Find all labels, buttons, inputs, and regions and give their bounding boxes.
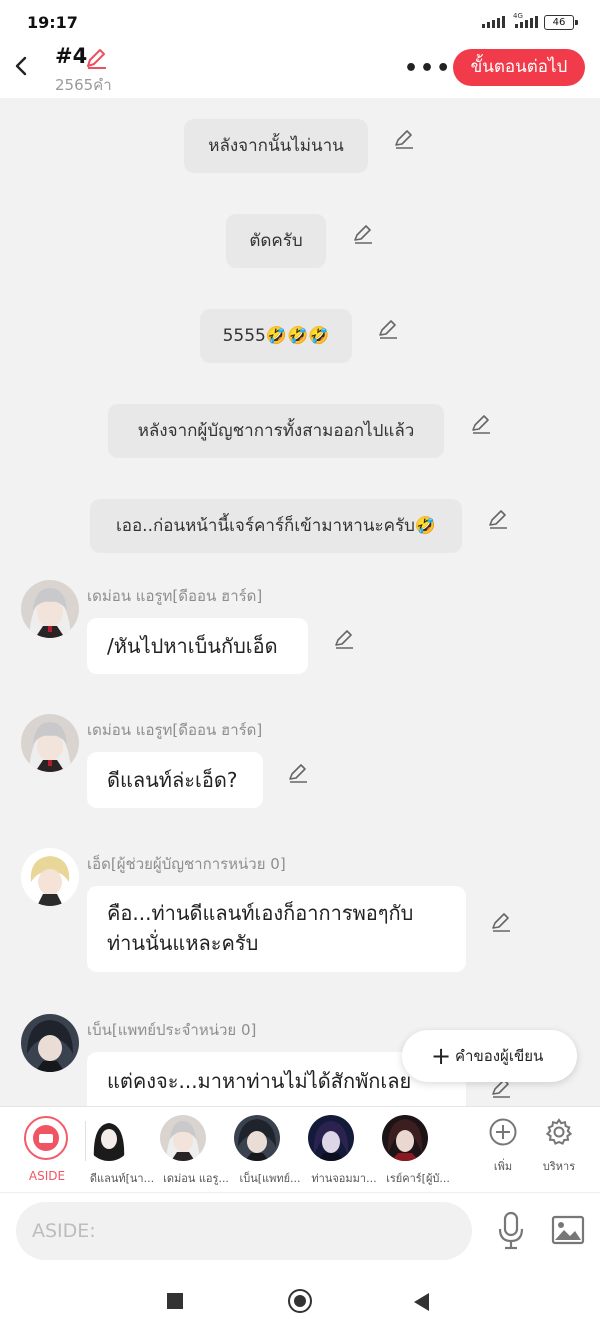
- dialogue-bubble[interactable]: /หันไปหาเบ็นกับเอ็ด: [87, 618, 308, 674]
- battery-icon: 46: [544, 15, 578, 30]
- character-chip-label: เดม่อน แอรู...: [163, 1172, 229, 1185]
- next-step-button[interactable]: ขั้นตอนต่อไป: [453, 49, 585, 86]
- character-chip-label: เรย์คาร์[ผู้บั...: [386, 1172, 450, 1185]
- author-note-label: คำของผู้เขียน: [455, 1047, 544, 1065]
- speaker-name: เอ็ด[ผู้ช่วยผู้บัญชาการหน่วย 0]: [87, 855, 286, 873]
- dialogue-bubble[interactable]: คือ...ท่านดีแลนท์เองก็อาการพอๆกับ ท่านนั…: [87, 886, 466, 972]
- character-chip[interactable]: เรย์คาร์[ผู้บั...: [382, 1115, 454, 1185]
- dialogue-text: ดีแลนท์ล่ะเอ็ด?: [107, 768, 238, 792]
- message-input-bar: [0, 1192, 600, 1271]
- aside-label: ASIDE: [28, 1169, 66, 1183]
- signal-icon-2: [515, 16, 538, 28]
- speaker-name: เบ็น[แพทย์ประจำหน่วย 0]: [87, 1021, 257, 1039]
- character-avatar: [160, 1115, 206, 1161]
- add-character-button[interactable]: เพิ่ม: [480, 1117, 526, 1175]
- manage-characters-button[interactable]: บริหาร: [536, 1117, 582, 1175]
- character-chip-label: ดีแลนท์[นา...: [89, 1172, 155, 1185]
- add-character-label: เพิ่ม: [493, 1160, 513, 1173]
- narration-text: หลังจากนั้นไม่นาน: [208, 136, 344, 156]
- plus-icon: +: [431, 1042, 452, 1070]
- back-arrow-icon[interactable]: [10, 52, 34, 80]
- character-avatar[interactable]: [21, 714, 79, 772]
- character-avatar[interactable]: [21, 1014, 79, 1072]
- character-avatar: [234, 1115, 280, 1161]
- aside-button[interactable]: [24, 1116, 68, 1160]
- edit-pencil-icon[interactable]: [333, 628, 355, 650]
- character-avatar[interactable]: [21, 580, 79, 638]
- narration-bubble[interactable]: เออ..ก่อนหน้านี้เจร์คาร์ก็เข้ามาหานะครับ…: [90, 499, 462, 553]
- narration-bubble[interactable]: 5555🤣🤣🤣: [200, 309, 352, 363]
- character-avatar: [86, 1115, 132, 1161]
- edit-title-pencil-icon[interactable]: [84, 46, 108, 70]
- character-selector-bar: ASIDE ดีแลนท์[นา... เดม่อน แอรู... เบ็น[…: [0, 1106, 600, 1193]
- episode-title: #4: [55, 44, 88, 68]
- word-count: 2565คำ: [55, 76, 112, 94]
- narration-bubble[interactable]: หลังจากผู้บัญชาการทั้งสามออกไปแล้ว: [108, 404, 444, 458]
- aside-icon: [33, 1125, 59, 1151]
- status-time: 19:17: [27, 13, 78, 32]
- home-icon[interactable]: [288, 1289, 312, 1313]
- narration-text: หลังจากผู้บัญชาการทั้งสามออกไปแล้ว: [137, 421, 415, 441]
- character-chip[interactable]: ดีแลนท์[นา...: [86, 1115, 158, 1185]
- microphone-icon[interactable]: [496, 1211, 526, 1251]
- speaker-name: เดม่อน แอรูท[ดีออน ฮาร์ด]: [87, 721, 263, 739]
- character-chip[interactable]: เบ็น[แพทย์...: [234, 1115, 306, 1185]
- dialogue-bubble[interactable]: ดีแลนท์ล่ะเอ็ด?: [87, 752, 263, 808]
- character-avatar[interactable]: [21, 848, 79, 906]
- recent-apps-icon[interactable]: [167, 1293, 183, 1309]
- character-chip[interactable]: เดม่อน แอรู...: [160, 1115, 232, 1185]
- narration-text: ตัดครับ: [249, 231, 303, 251]
- edit-pencil-icon[interactable]: [487, 508, 509, 530]
- narration-bubble[interactable]: หลังจากนั้นไม่นาน: [184, 119, 368, 173]
- narration-text: 5555🤣🤣🤣: [222, 326, 330, 346]
- gear-icon: [545, 1118, 573, 1145]
- character-chip-label: ท่านจอมมา...: [311, 1172, 377, 1185]
- dialogue-text: /หันไปหาเบ็นกับเอ็ด: [107, 634, 278, 658]
- signal-icon: [482, 16, 505, 28]
- character-avatar: [382, 1115, 428, 1161]
- edit-pencil-icon[interactable]: [287, 762, 309, 784]
- image-icon[interactable]: [551, 1215, 585, 1245]
- edit-pencil-icon[interactable]: [470, 413, 492, 435]
- speaker-name: เดม่อน แอรูท[ดีออน ฮาร์ด]: [87, 587, 263, 605]
- episode-header: #4 2565คำ ••• ขั้นตอนต่อไป: [0, 44, 600, 98]
- message-input[interactable]: [16, 1202, 472, 1260]
- add-circle-icon: [489, 1118, 517, 1146]
- chat-area[interactable]: หลังจากนั้นไม่นาน ตัดครับ 5555🤣🤣🤣 หลังจา…: [0, 98, 600, 1106]
- manage-characters-label: บริหาร: [542, 1160, 576, 1173]
- character-chip-label: เบ็น[แพทย์...: [239, 1172, 301, 1185]
- system-nav-bar: [0, 1270, 600, 1333]
- narration-text: เออ..ก่อนหน้านี้เจร์คาร์ก็เข้ามาหานะครับ…: [115, 516, 437, 536]
- author-note-button[interactable]: + คำของผู้เขียน: [402, 1030, 577, 1082]
- edit-pencil-icon[interactable]: [377, 318, 399, 340]
- dialogue-text: ท่านนั่นแหละครับ: [107, 931, 259, 955]
- character-chip[interactable]: ท่านจอมมา...: [308, 1115, 380, 1185]
- narration-bubble[interactable]: ตัดครับ: [226, 214, 326, 268]
- edit-pencil-icon[interactable]: [352, 223, 374, 245]
- edit-pencil-icon[interactable]: [393, 128, 415, 150]
- dialogue-text: คือ...ท่านดีแลนท์เองก็อาการพอๆกับ: [107, 901, 414, 925]
- more-options-icon[interactable]: •••: [404, 56, 452, 81]
- character-avatar: [308, 1115, 354, 1161]
- battery-level: 46: [552, 17, 566, 28]
- status-bar: 19:17 4G 46: [0, 0, 600, 44]
- dialogue-text: แต่คงจะ...มาหาท่านไม่ได้สักพักเลย: [107, 1069, 412, 1093]
- system-back-icon[interactable]: [414, 1293, 429, 1311]
- edit-pencil-icon[interactable]: [490, 911, 512, 933]
